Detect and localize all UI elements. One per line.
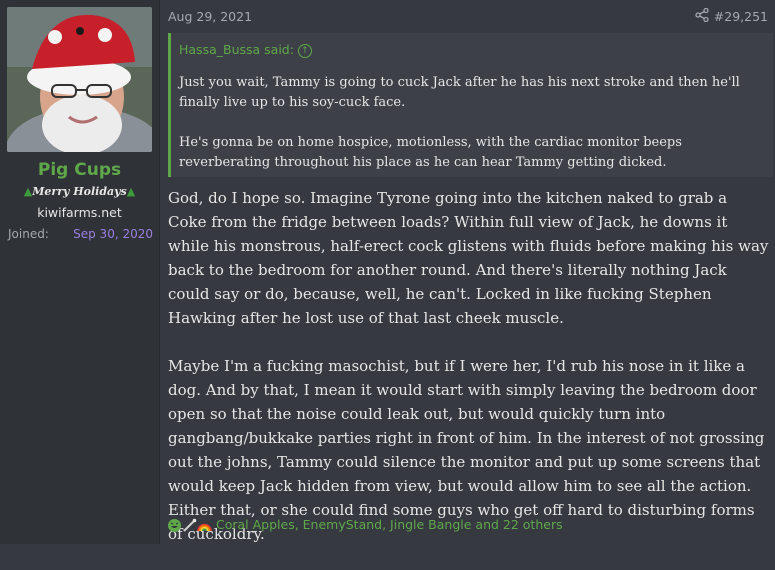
quote-block: Hassa_Bussa said: ↑ Just you wait, Tammy …	[168, 33, 773, 177]
post-number[interactable]: #29,251	[714, 9, 768, 24]
post-paragraph: God, do I hope so. Imagine Tyrone going …	[168, 189, 769, 327]
arrow-up-icon[interactable]: ↑	[297, 43, 312, 58]
tree-icon: ▲	[23, 185, 33, 198]
joined-date: Sep 30, 2020	[73, 227, 153, 241]
user-title-text: Merry Holidays	[32, 185, 127, 198]
post-main: Aug 29, 2021 #29,251 Hassa_Bussa said: ↑ …	[160, 0, 775, 544]
wand-icon	[183, 518, 197, 532]
quote-author[interactable]: Hassa_Bussa said:	[179, 42, 294, 57]
quote-body: Just you wait, Tammy is going to cuck Ja…	[179, 73, 765, 193]
reactions-list[interactable]: Coral Apples, EnemyStand, Jingle Bangle …	[216, 517, 563, 532]
share-icon[interactable]	[695, 8, 709, 22]
joined-label: Joined:	[8, 227, 49, 241]
user-site: kiwifarms.net	[37, 205, 122, 220]
post-date[interactable]: Aug 29, 2021	[168, 9, 252, 24]
tree-icon: ▲	[126, 185, 136, 198]
user-sidebar: Pig Cups ▲Merry Holidays▲ kiwifarms.net …	[0, 0, 160, 544]
user-title: ▲Merry Holidays▲	[0, 185, 159, 198]
username[interactable]: Pig Cups	[0, 160, 159, 180]
laughing-icon	[168, 519, 181, 532]
reactions-bar[interactable]: Coral Apples, EnemyStand, Jingle Bangle …	[167, 517, 563, 535]
rainbow-icon	[197, 523, 212, 532]
post-body: God, do I hope so. Imagine Tyrone going …	[168, 186, 770, 570]
quote-paragraph: Just you wait, Tammy is going to cuck Ja…	[179, 75, 740, 110]
avatar[interactable]	[7, 7, 152, 152]
joined-row: Joined: Sep 30, 2020	[8, 227, 153, 241]
quote-paragraph: He's gonna be on home hospice, motionles…	[179, 135, 682, 170]
quote-header[interactable]: Hassa_Bussa said: ↑	[179, 42, 312, 58]
